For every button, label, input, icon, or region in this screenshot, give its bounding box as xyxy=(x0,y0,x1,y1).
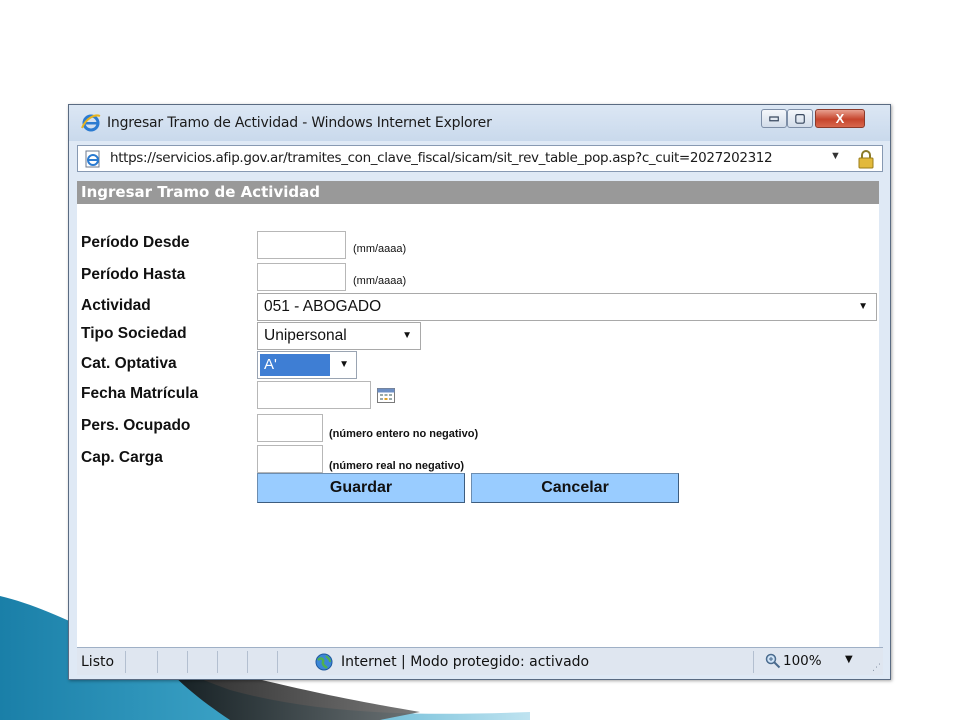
window-title: Ingresar Tramo de Actividad - Windows In… xyxy=(107,115,492,131)
title-bar[interactable]: Ingresar Tramo de Actividad - Windows In… xyxy=(69,105,890,141)
lock-icon[interactable] xyxy=(858,149,874,169)
address-dropdown-icon[interactable]: ▼ xyxy=(830,150,841,162)
form-header: Ingresar Tramo de Actividad xyxy=(77,181,879,204)
fecha-matricula-input[interactable] xyxy=(257,381,371,409)
close-icon: X xyxy=(835,111,845,126)
security-zone-text[interactable]: Internet | Modo protegido: activado xyxy=(341,654,589,670)
calendar-icon[interactable] xyxy=(377,387,395,403)
periodo-hasta-input[interactable] xyxy=(257,263,346,291)
periodo-desde-hint: (mm/aaaa) xyxy=(353,243,407,255)
pers-ocupado-input[interactable] xyxy=(257,414,323,442)
address-url[interactable]: https://servicios.afip.gov.ar/tramites_c… xyxy=(110,150,826,166)
page-icon xyxy=(85,150,100,168)
chevron-down-icon: ▼ xyxy=(858,301,868,312)
fecha-matricula-label: Fecha Matrícula xyxy=(81,385,199,402)
cat-optativa-select[interactable]: A' ▼ xyxy=(257,351,357,379)
cat-optativa-label: Cat. Optativa xyxy=(81,355,177,372)
page-content: Ingresar Tramo de Actividad Período Desd… xyxy=(77,181,879,649)
cap-carga-hint: (número real no negativo) xyxy=(329,460,465,472)
zoom-level[interactable]: 100% xyxy=(783,653,822,669)
status-divider xyxy=(277,651,278,673)
cat-optativa-value: A' xyxy=(260,354,330,376)
maximize-icon: ▢ xyxy=(794,111,806,125)
cap-carga-label: Cap. Carga xyxy=(81,449,163,466)
status-divider xyxy=(157,651,158,673)
maximize-button[interactable]: ▢ xyxy=(787,109,813,128)
status-divider xyxy=(187,651,188,673)
actividad-label: Actividad xyxy=(81,297,151,314)
zoom-icon[interactable] xyxy=(765,653,781,669)
status-divider xyxy=(247,651,248,673)
tipo-sociedad-select[interactable]: Unipersonal ▼ xyxy=(257,322,421,350)
periodo-desde-label: Período Desde xyxy=(81,234,190,251)
close-button[interactable]: X xyxy=(815,109,865,128)
status-divider xyxy=(125,651,126,673)
minimize-icon: ▭ xyxy=(768,111,780,125)
minimize-button[interactable]: ▭ xyxy=(761,109,787,128)
periodo-hasta-label: Período Hasta xyxy=(81,266,186,283)
guardar-button[interactable]: Guardar xyxy=(257,473,465,503)
status-divider xyxy=(217,651,218,673)
zoom-dropdown-icon[interactable]: ▼ xyxy=(845,654,853,665)
actividad-value: 051 - ABOGADO xyxy=(264,298,382,315)
actividad-select[interactable]: 051 - ABOGADO ▼ xyxy=(257,293,877,321)
status-text: Listo xyxy=(81,654,115,670)
pers-ocupado-hint: (número entero no negativo) xyxy=(329,428,479,440)
chevron-down-icon: ▼ xyxy=(402,330,412,341)
ie-window: Ingresar Tramo de Actividad - Windows In… xyxy=(68,104,891,680)
ie-icon xyxy=(81,114,101,132)
tipo-sociedad-value: Unipersonal xyxy=(264,327,347,344)
cap-carga-input[interactable] xyxy=(257,445,323,473)
periodo-hasta-hint: (mm/aaaa) xyxy=(353,275,407,287)
resize-grip-icon[interactable]: ⋰ xyxy=(872,663,881,673)
pers-ocupado-label: Pers. Ocupado xyxy=(81,417,191,434)
chevron-down-icon: ▼ xyxy=(339,359,349,370)
status-divider xyxy=(753,651,754,673)
status-bar: Listo Internet | Modo protegido: activad… xyxy=(77,647,883,675)
periodo-desde-input[interactable] xyxy=(257,231,346,259)
tipo-sociedad-label: Tipo Sociedad xyxy=(81,325,187,342)
address-bar[interactable]: https://servicios.afip.gov.ar/tramites_c… xyxy=(77,145,883,172)
globe-icon xyxy=(315,653,333,671)
cancelar-button[interactable]: Cancelar xyxy=(471,473,679,503)
